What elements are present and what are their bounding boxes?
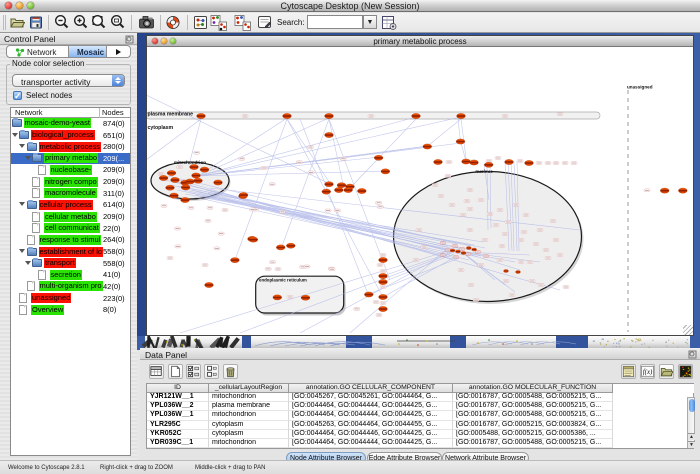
svg-text:nucleus: nucleus (475, 169, 493, 174)
svg-text:f(x): f(x) (643, 369, 653, 376)
svg-text:mitochondrion: mitochondrion (174, 160, 206, 165)
svg-text:endoplasmic reticulum: endoplasmic reticulum (259, 278, 307, 283)
svg-text:cytoplasm: cytoplasm (148, 125, 174, 131)
svg-text:unassigned: unassigned (627, 85, 653, 90)
svg-text:plasma membrane: plasma membrane (148, 112, 194, 118)
